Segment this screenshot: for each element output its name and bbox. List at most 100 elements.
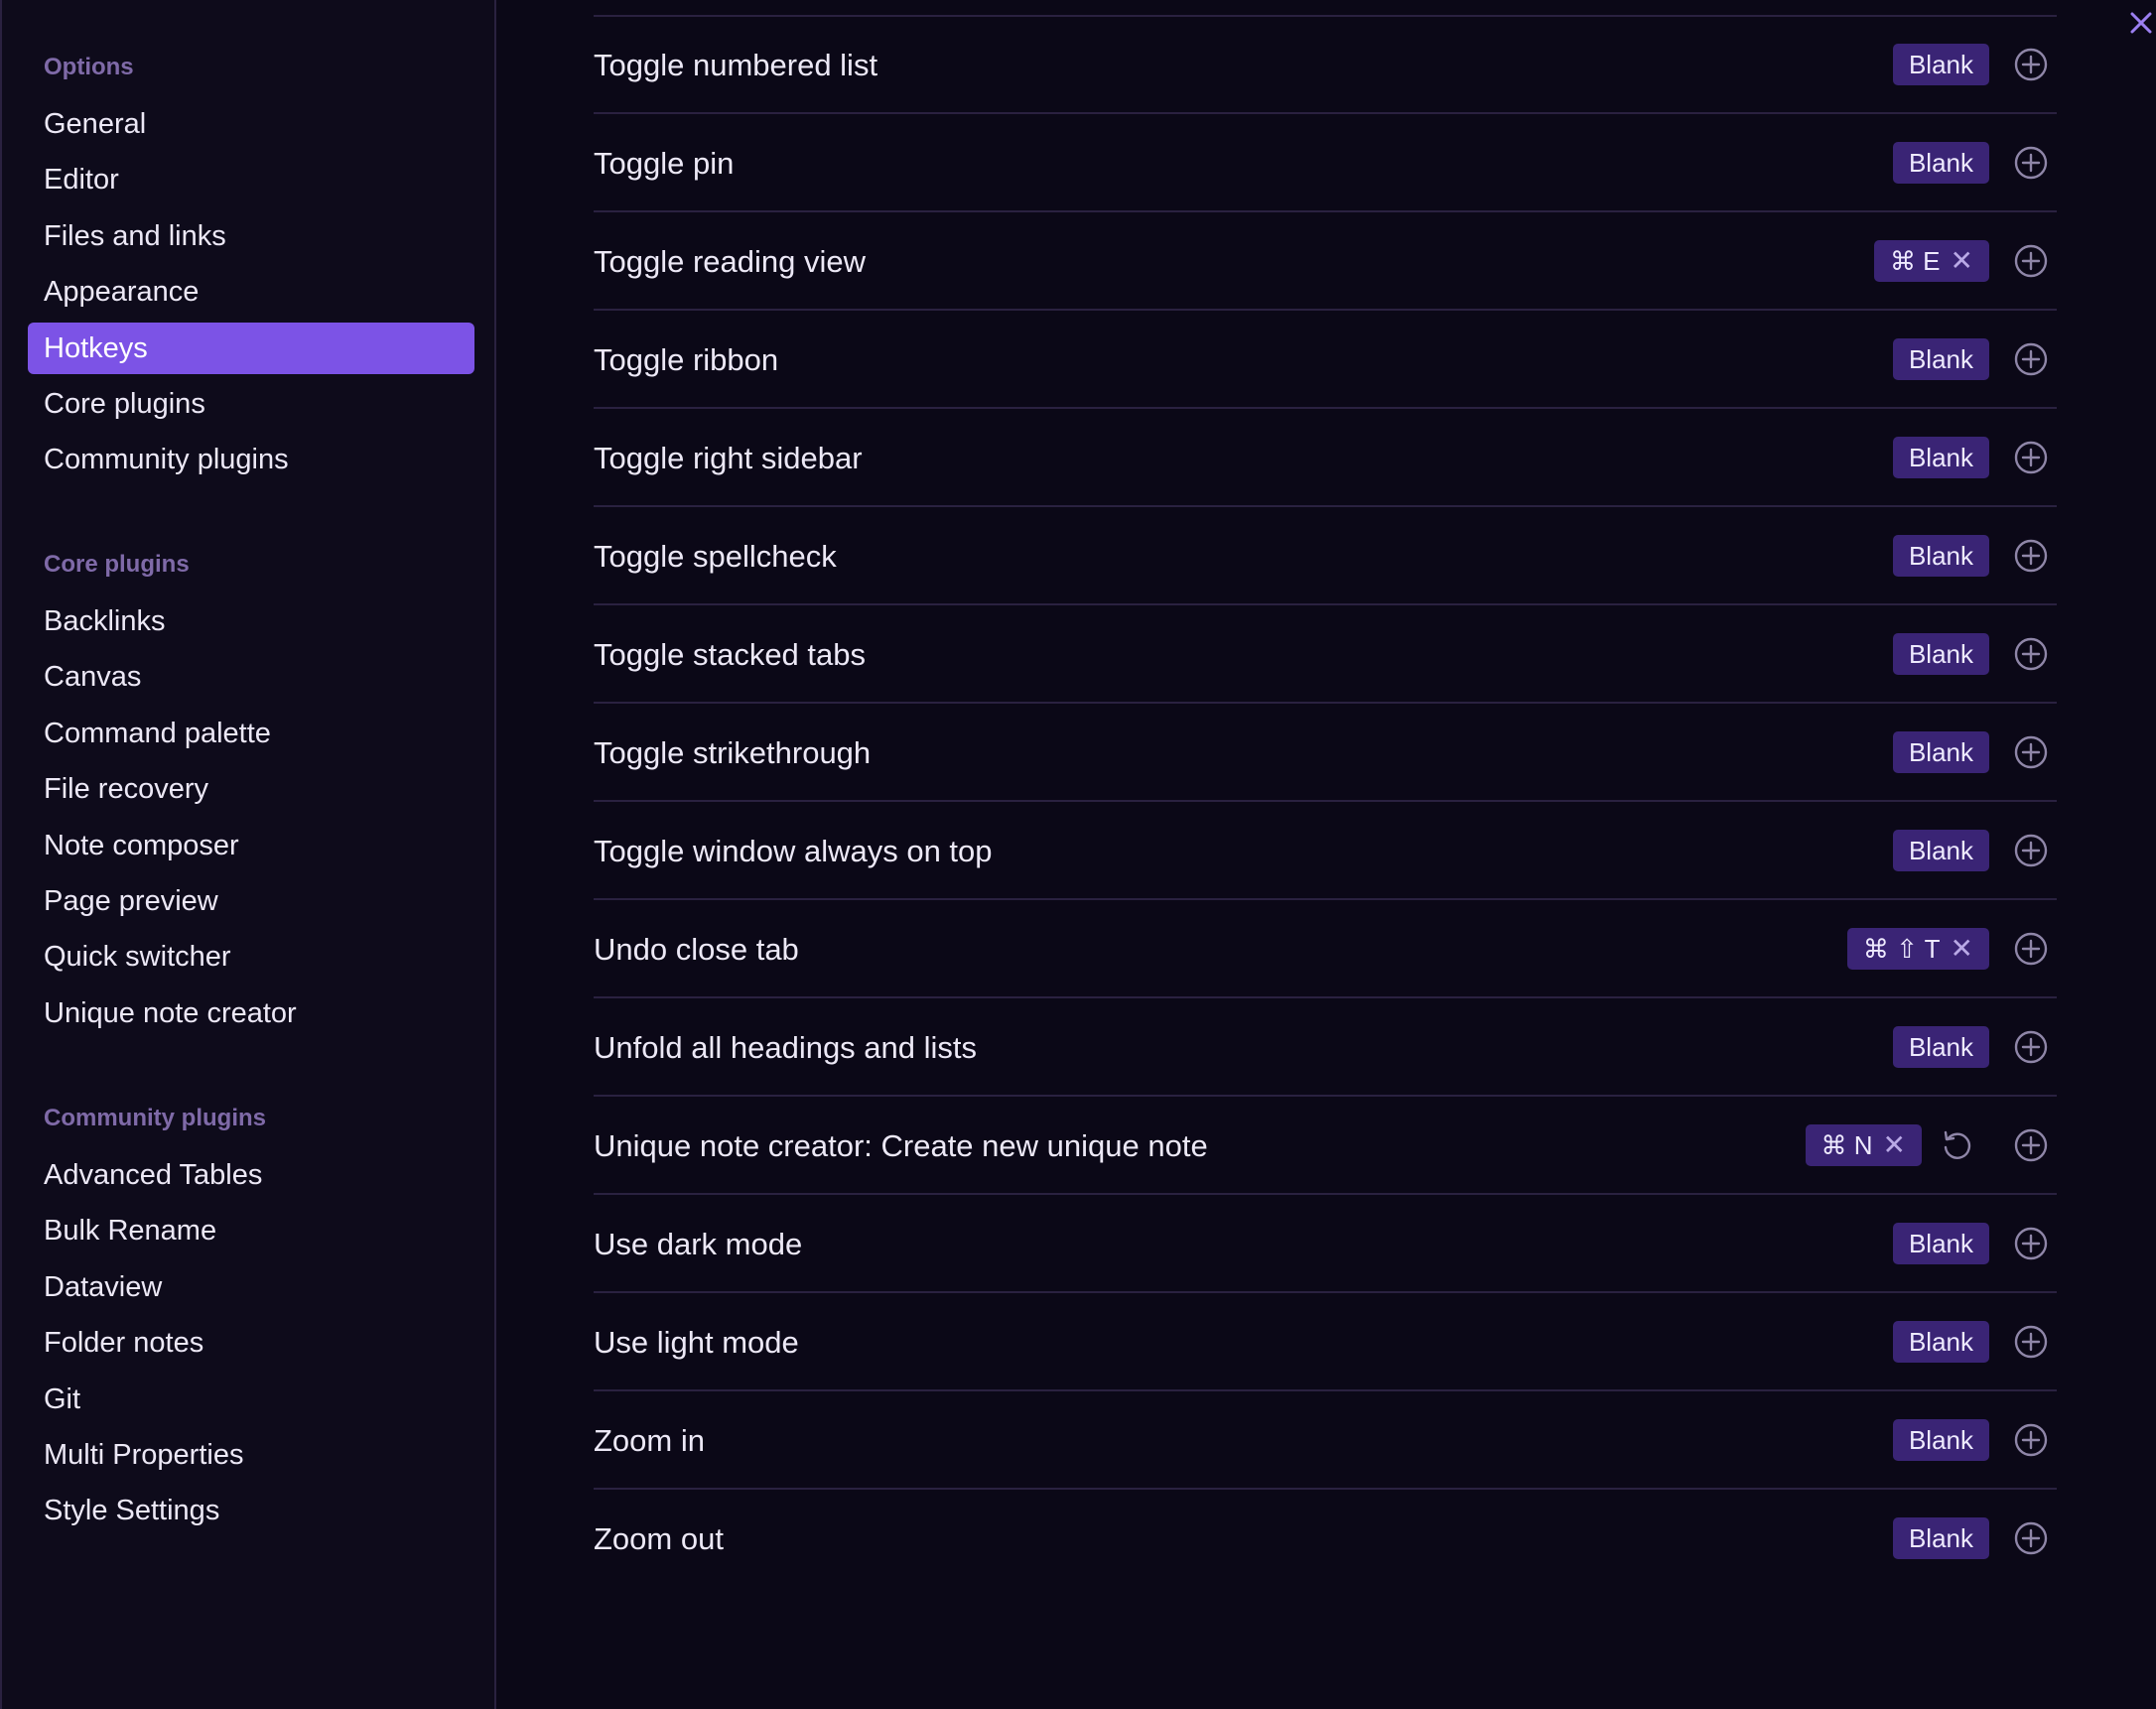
hotkey-row: Unfold all headings and lists Blank — [594, 998, 2057, 1097]
sidebar-item-backlinks[interactable]: Backlinks — [28, 595, 474, 647]
hotkey-row: Toggle ribbon Blank — [594, 311, 2057, 409]
hotkey-command-name: Toggle ribbon — [594, 342, 779, 377]
hotkey-text: ⌘ N — [1820, 1130, 1873, 1160]
hotkey-blank-badge: Blank — [1892, 142, 1989, 184]
hotkey-row: Toggle reading view ⌘ E ✕ — [594, 212, 2057, 311]
plus-circle-icon[interactable] — [2013, 243, 2049, 279]
hotkey-blank-badge: Blank — [1892, 1026, 1989, 1068]
x-icon[interactable]: ✕ — [1883, 1124, 1906, 1166]
sidebar-item-file-recovery[interactable]: File recovery — [28, 763, 474, 815]
plus-circle-icon[interactable] — [2013, 145, 2049, 181]
hotkey-row: Toggle spellcheck Blank — [594, 507, 2057, 605]
sidebar-item-core-plugins[interactable]: Core plugins — [28, 378, 474, 430]
close-icon[interactable] — [2126, 8, 2156, 38]
hotkey-text: Blank — [1908, 836, 1973, 865]
sidebar-item-community-plugins[interactable]: Community plugins — [28, 434, 474, 485]
hotkey-command-name: Zoom out — [594, 1521, 724, 1556]
plus-circle-icon[interactable] — [2013, 341, 2049, 377]
hotkey-text: Blank — [1908, 639, 1973, 669]
plus-circle-icon[interactable] — [2013, 1324, 2049, 1360]
plus-circle-icon[interactable] — [2013, 440, 2049, 475]
hotkey-row: Zoom in Blank — [594, 1391, 2057, 1490]
sidebar-item-bulk-rename[interactable]: Bulk Rename — [28, 1205, 474, 1256]
hotkey-row: Toggle numbered list Blank — [594, 16, 2057, 114]
hotkey-command-name: Unique note creator: Create new unique n… — [594, 1128, 1208, 1163]
hotkey-row: Toggle right sidebar Blank — [594, 409, 2057, 507]
sidebar-item-git[interactable]: Git — [28, 1374, 474, 1425]
sidebar-item-advanced-tables[interactable]: Advanced Tables — [28, 1149, 474, 1201]
hotkey-badge: ⌘ ⇧ T ✕ — [1846, 928, 1989, 970]
sidebar-item-page-preview[interactable]: Page preview — [28, 875, 474, 927]
plus-circle-icon[interactable] — [2013, 636, 2049, 672]
hotkey-command-name: Toggle reading view — [594, 244, 867, 279]
sidebar-item-style-settings[interactable]: Style Settings — [28, 1485, 474, 1536]
x-icon[interactable]: ✕ — [1951, 928, 1973, 970]
sidebar-item-appearance[interactable]: Appearance — [28, 266, 474, 318]
sidebar-item-hotkeys[interactable]: Hotkeys — [28, 323, 474, 374]
hotkeys-panel: Toggle numbered list Blank Toggle pin Blank… — [496, 0, 2156, 1709]
plus-circle-icon[interactable] — [2013, 931, 2049, 967]
hotkey-blank-badge: Blank — [1892, 1517, 1989, 1559]
hotkey-blank-badge: Blank — [1892, 44, 1989, 85]
sidebar-item-files-and-links[interactable]: Files and links — [28, 210, 474, 262]
hotkey-text: Blank — [1908, 1032, 1973, 1062]
hotkey-blank-badge: Blank — [1892, 731, 1989, 773]
plus-circle-icon[interactable] — [2013, 1520, 2049, 1556]
hotkey-text: Blank — [1908, 344, 1973, 374]
hotkey-row: Zoom out Blank — [594, 1490, 2057, 1588]
hotkey-text: Blank — [1908, 1523, 1973, 1553]
hotkey-text: Blank — [1908, 541, 1973, 571]
hotkey-command-name: Toggle right sidebar — [594, 441, 863, 475]
hotkey-command-name: Use dark mode — [594, 1227, 803, 1261]
hotkey-row: Toggle strikethrough Blank — [594, 704, 2057, 802]
plus-circle-icon[interactable] — [2013, 1127, 2049, 1163]
hotkey-row: Use dark mode Blank — [594, 1195, 2057, 1293]
plus-circle-icon[interactable] — [2013, 734, 2049, 770]
hotkey-command-name: Undo close tab — [594, 932, 799, 967]
settings-sidebar: Options General Editor Files and links Appea… — [0, 0, 496, 1709]
sidebar-item-note-composer[interactable]: Note composer — [28, 820, 474, 871]
plus-circle-icon[interactable] — [2013, 47, 2049, 82]
hotkey-row: Toggle window always on top Blank — [594, 802, 2057, 900]
hotkey-blank-badge: Blank — [1892, 1321, 1989, 1363]
hotkey-command-name: Use light mode — [594, 1325, 799, 1360]
hotkey-badge: ⌘ N ✕ — [1805, 1124, 1922, 1166]
hotkey-text: Blank — [1908, 1229, 1973, 1258]
hotkey-text: Blank — [1908, 50, 1973, 79]
hotkey-command-name: Toggle spellcheck — [594, 539, 837, 574]
hotkey-row: Unique note creator: Create new unique n… — [594, 1097, 2057, 1195]
hotkey-text: Blank — [1908, 1327, 1973, 1357]
hotkey-badge: ⌘ E ✕ — [1873, 240, 1989, 282]
hotkey-blank-badge: Blank — [1892, 437, 1989, 478]
section-title-core-plugins: Core plugins — [44, 551, 190, 578]
sidebar-item-canvas[interactable]: Canvas — [28, 651, 474, 703]
hotkey-text: ⌘ ⇧ T — [1862, 934, 1941, 964]
plus-circle-icon[interactable] — [2013, 1422, 2049, 1458]
hotkey-row: Undo close tab ⌘ ⇧ T ✕ — [594, 900, 2057, 998]
hotkey-blank-badge: Blank — [1892, 830, 1989, 871]
hotkey-command-name: Toggle strikethrough — [594, 735, 872, 770]
x-icon[interactable]: ✕ — [1951, 240, 1973, 282]
sidebar-item-quick-switcher[interactable]: Quick switcher — [28, 931, 474, 983]
hotkey-row: Toggle pin Blank — [594, 114, 2057, 212]
sidebar-item-command-palette[interactable]: Command palette — [28, 708, 474, 759]
sidebar-item-multi-properties[interactable]: Multi Properties — [28, 1429, 474, 1481]
hotkey-text: Blank — [1908, 1425, 1973, 1455]
plus-circle-icon[interactable] — [2013, 538, 2049, 574]
sidebar-item-dataview[interactable]: Dataview — [28, 1261, 474, 1313]
hotkey-command-name: Toggle window always on top — [594, 834, 993, 868]
sidebar-item-folder-notes[interactable]: Folder notes — [28, 1317, 474, 1369]
hotkey-command-name: Toggle numbered list — [594, 48, 878, 82]
sidebar-item-editor[interactable]: Editor — [28, 154, 474, 205]
plus-circle-icon[interactable] — [2013, 1029, 2049, 1065]
sidebar-item-general[interactable]: General — [28, 98, 474, 150]
hotkey-command-name: Unfold all headings and lists — [594, 1030, 978, 1065]
plus-circle-icon[interactable] — [2013, 833, 2049, 868]
hotkey-command-name: Toggle stacked tabs — [594, 637, 867, 672]
hotkey-row: Toggle stacked tabs Blank — [594, 605, 2057, 704]
section-title-options: Options — [44, 54, 134, 80]
reset-icon[interactable] — [1939, 1127, 1974, 1163]
plus-circle-icon[interactable] — [2013, 1226, 2049, 1261]
hotkey-command-name: Zoom in — [594, 1423, 705, 1458]
sidebar-item-unique-note-creator[interactable]: Unique note creator — [28, 987, 474, 1039]
